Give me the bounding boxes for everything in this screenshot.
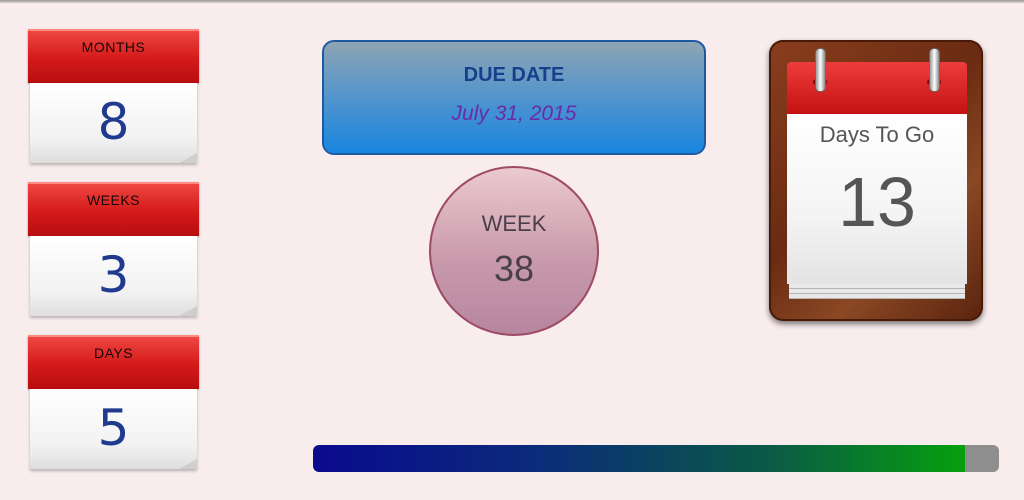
binder-ring-icon [815, 48, 826, 92]
week-number: 38 [493, 248, 535, 289]
months-label: MONTHS [81, 39, 146, 55]
pregnancy-progress-bar [313, 445, 999, 472]
binder-ring-icon [929, 48, 940, 92]
days-card-header: DAYS [28, 335, 199, 389]
days-card-body: 5 [30, 389, 197, 469]
weeks-card-body: 3 [30, 236, 197, 316]
calendar-red-header [787, 62, 967, 114]
weeks-card-header: WEEKS [28, 182, 199, 236]
due-date-title: DUE DATE [463, 64, 565, 86]
weeks-card: WEEKS 3 [28, 182, 199, 319]
days-to-go-number: 13 [838, 163, 916, 241]
calendar-sheet [789, 294, 965, 299]
months-card: MONTHS 8 [28, 29, 199, 166]
due-date-box[interactable]: DUE DATE July 31, 2015 [322, 40, 706, 155]
progress-fill [313, 445, 965, 472]
days-value: 5 [97, 399, 130, 457]
due-date-value: July 31, 2015 [451, 102, 577, 125]
days-to-go-label: Days To Go [819, 122, 935, 147]
calendar-icon: Days To Go 13 [769, 40, 983, 321]
months-value: 8 [97, 93, 130, 151]
months-card-body: 8 [30, 83, 197, 163]
days-card: DAYS 5 [28, 335, 199, 472]
days-label: DAYS [93, 345, 134, 361]
months-card-header: MONTHS [28, 29, 199, 83]
top-divider [0, 0, 1024, 3]
weeks-label: WEEKS [86, 192, 141, 208]
week-label: WEEK [481, 211, 547, 236]
weeks-value: 3 [97, 246, 130, 304]
week-circle: WEEK 38 [429, 166, 599, 336]
